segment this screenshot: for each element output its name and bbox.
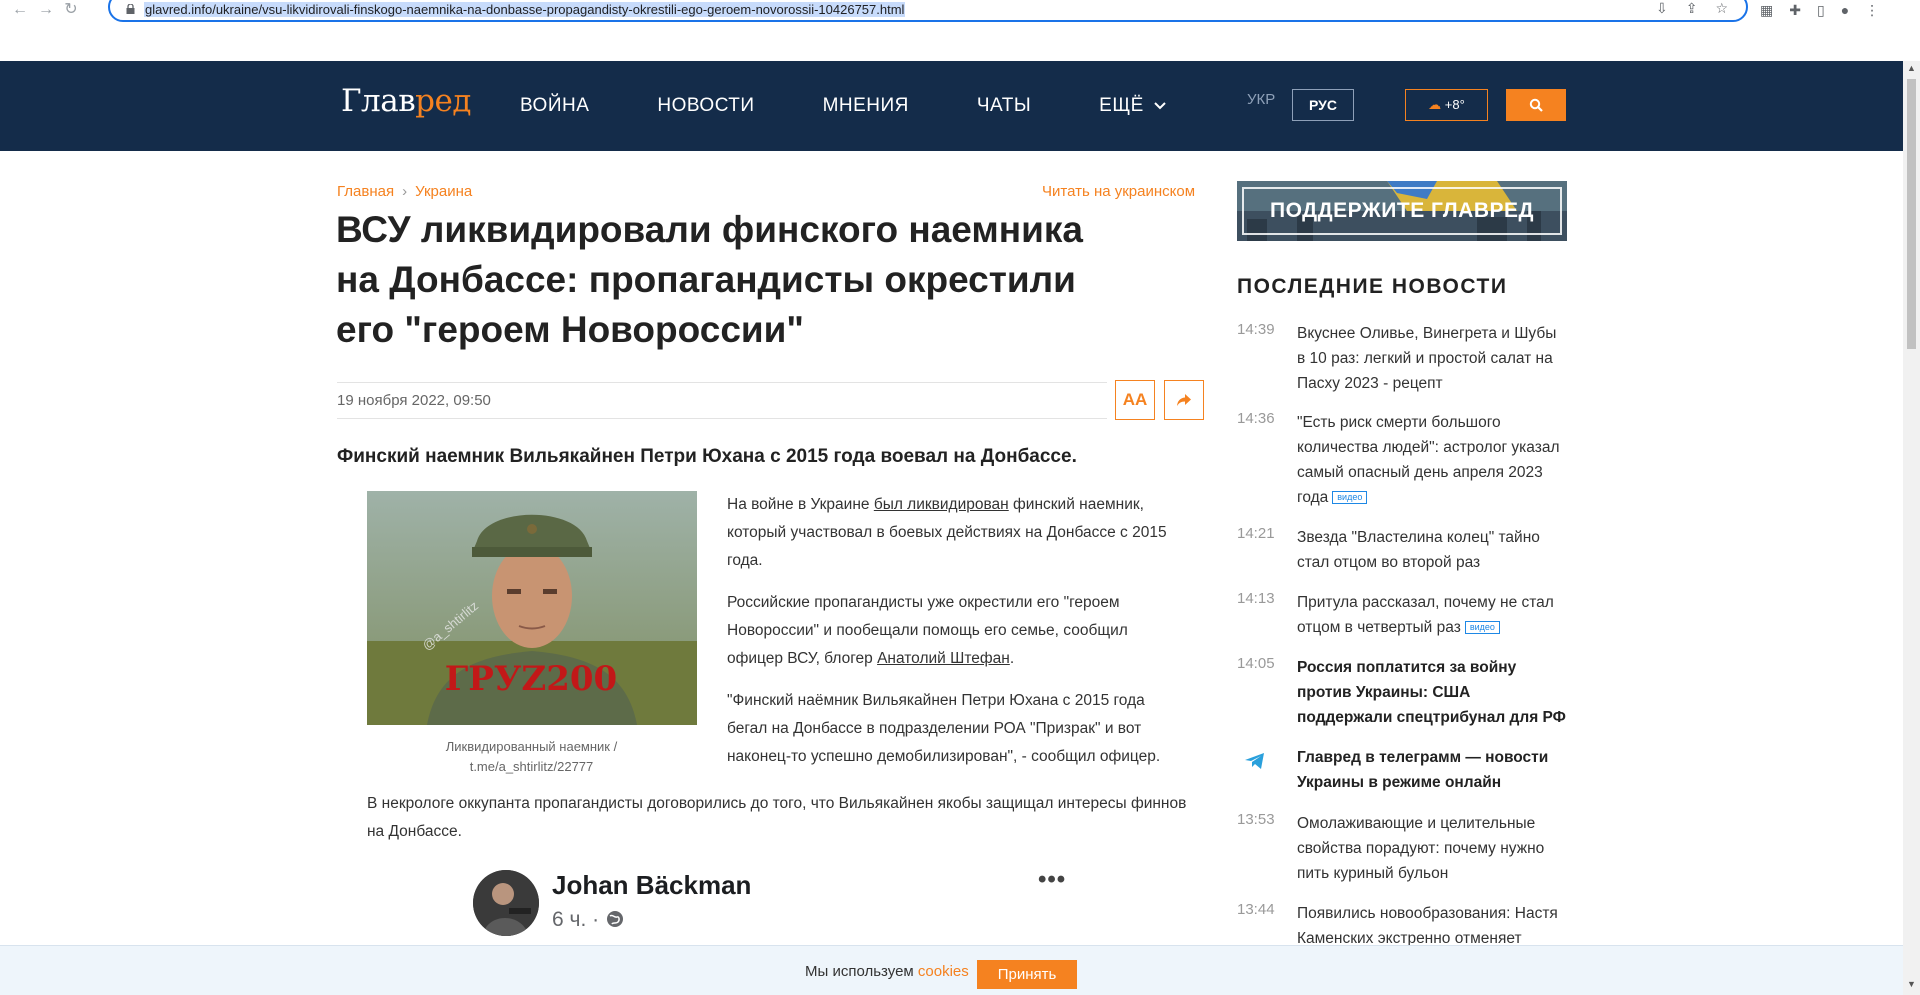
extension-icon[interactable]: ▦ bbox=[1760, 2, 1773, 19]
breadcrumb: Главная › Украина bbox=[337, 183, 472, 200]
site-logo[interactable]: Главред bbox=[341, 83, 471, 119]
lang-rus[interactable]: РУС bbox=[1292, 89, 1354, 121]
nav-item-more[interactable]: ЕЩЁ bbox=[1099, 95, 1166, 117]
scroll-down-icon[interactable]: ▼ bbox=[1907, 979, 1916, 989]
url-text: glavred.info/ukraine/vsu-likvidirovali-f… bbox=[144, 2, 906, 17]
share-icon[interactable]: ⇪ bbox=[1686, 0, 1698, 17]
avatar-image bbox=[473, 870, 539, 936]
puzzle-icon[interactable]: ✚ bbox=[1789, 2, 1801, 19]
support-label: ПОДДЕРЖИТЕ ГЛАВРЕД bbox=[1242, 187, 1562, 235]
logo-accent-text: ред bbox=[415, 83, 471, 119]
read-ukrainian-link[interactable]: Читать на украинском bbox=[1042, 183, 1195, 200]
cookies-link[interactable]: cookies bbox=[918, 963, 969, 980]
nav-more-label: ЕЩЁ bbox=[1099, 95, 1144, 116]
install-icon[interactable]: ⇩ bbox=[1656, 0, 1668, 17]
news-time: 14:39 bbox=[1237, 321, 1275, 338]
search-button[interactable] bbox=[1506, 89, 1566, 121]
chevron-down-icon bbox=[1154, 102, 1166, 110]
news-headline[interactable]: "Есть риск смерти большого количества лю… bbox=[1297, 410, 1567, 510]
paragraph-text: На войне в Украине bbox=[727, 496, 874, 513]
site-header: Главред ВОЙНА НОВОСТИ МНЕНИЯ ЧАТЫ ЕЩЁ УК… bbox=[0, 61, 1903, 151]
fb-post-time: 6 ч. · bbox=[552, 908, 625, 932]
news-headline[interactable]: Звезда "Властелина колец" тайно стал отц… bbox=[1297, 525, 1567, 575]
cookie-banner: Мы используем cookies Принять bbox=[0, 945, 1903, 995]
weather-widget[interactable]: ☁ +8° bbox=[1405, 89, 1488, 121]
telegram-icon bbox=[1245, 753, 1264, 769]
back-icon[interactable]: ← bbox=[10, 0, 30, 20]
facebook-embed: Johan Bäckman 6 ч. · ••• bbox=[470, 866, 1070, 956]
lock-icon bbox=[126, 4, 135, 14]
news-time: 14:21 bbox=[1237, 525, 1275, 542]
news-time: 13:44 bbox=[1237, 901, 1275, 918]
page-scrollbar[interactable]: ▲ ▼ bbox=[1903, 61, 1920, 995]
scroll-up-icon[interactable]: ▲ bbox=[1907, 63, 1916, 73]
news-headline[interactable]: Россия поплатится за войну против Украин… bbox=[1297, 655, 1567, 730]
photo-caption: Ликвидированный наемник / t.me/a_shtirli… bbox=[445, 739, 618, 774]
support-banner[interactable]: ПОДДЕРЖИТЕ ГЛАВРЕД bbox=[1237, 181, 1567, 241]
news-headline[interactable]: Появились новообразования: Настя Каменск… bbox=[1297, 901, 1567, 951]
news-headline[interactable]: Вкуснее Оливье, Винегрета и Шубы в 10 ра… bbox=[1297, 321, 1567, 396]
nav-item-news[interactable]: НОВОСТИ bbox=[657, 95, 754, 117]
news-headline[interactable]: Притула рассказал, почему не стал отцом … bbox=[1297, 590, 1567, 640]
news-time: 14:13 bbox=[1237, 590, 1275, 607]
paragraph-text: . bbox=[1009, 650, 1015, 667]
video-badge: видео bbox=[1464, 621, 1500, 635]
breadcrumb-separator-icon: › bbox=[402, 183, 408, 200]
sidepanel-icon[interactable]: ▯ bbox=[1817, 2, 1825, 19]
mercenary-photo-image: ГРУZ200 @a_shtirlitz bbox=[367, 491, 697, 725]
main-nav: ВОЙНА НОВОСТИ МНЕНИЯ ЧАТЫ ЕЩЁ bbox=[520, 95, 1234, 117]
liquidated-link[interactable]: был ликвидирован bbox=[874, 496, 1009, 513]
news-headline-text: Притула рассказал, почему не стал отцом … bbox=[1297, 594, 1554, 636]
avatar[interactable] bbox=[473, 870, 539, 936]
menu-icon[interactable]: ⋮ bbox=[1865, 2, 1879, 19]
article-paragraph: В некрологе оккупанта пропагандисты дого… bbox=[367, 795, 1187, 840]
forward-icon[interactable]: → bbox=[36, 0, 56, 20]
article-paragraph: "Финский наёмник Вильякайнен Петри Юхана… bbox=[727, 692, 1161, 765]
cookie-message: Мы используем bbox=[805, 963, 918, 980]
profile-icon[interactable]: ● bbox=[1841, 2, 1849, 19]
news-time: 14:05 bbox=[1237, 655, 1275, 672]
scroll-thumb[interactable] bbox=[1907, 79, 1916, 349]
article-title: ВСУ ликвидировали финского наемника на Д… bbox=[336, 209, 1083, 350]
logo-text: Глав bbox=[341, 83, 416, 119]
latest-news-title: ПОСЛЕДНИЕ НОВОСТИ bbox=[1237, 275, 1508, 298]
news-time: 13:53 bbox=[1237, 811, 1275, 828]
bookmark-star-icon[interactable]: ☆ bbox=[1715, 0, 1728, 17]
breadcrumb-home[interactable]: Главная bbox=[337, 183, 394, 200]
divider bbox=[337, 382, 1107, 383]
cloud-icon: ☁ bbox=[1428, 97, 1442, 112]
photo-overlay-text: ГРУZ200 bbox=[445, 659, 617, 699]
address-bar[interactable]: glavred.info/ukraine/vsu-likvidirovali-f… bbox=[108, 0, 1748, 22]
divider bbox=[337, 418, 1107, 419]
article-photo: ГРУZ200 @a_shtirlitz bbox=[367, 491, 697, 725]
article-lead: Финский наемник Вильякайнен Петри Юхана … bbox=[337, 446, 1077, 467]
search-icon bbox=[1529, 98, 1543, 112]
nav-item-chats[interactable]: ЧАТЫ bbox=[977, 95, 1031, 117]
weather-temp: +8° bbox=[1444, 97, 1465, 112]
video-badge: видео bbox=[1332, 491, 1368, 505]
article-paragraph: На войне в Украине был ликвидирован финс… bbox=[727, 491, 1187, 575]
reload-icon[interactable]: ↻ bbox=[61, 0, 81, 20]
browser-toolbar: ← → ↻ glavred.info/ukraine/vsu-likvidiro… bbox=[0, 0, 1920, 22]
lang-ukr[interactable]: УКР bbox=[1247, 91, 1275, 108]
telegram-promo-text[interactable]: Главред в телеграмм — новости Украины в … bbox=[1297, 745, 1567, 795]
nav-item-opinions[interactable]: МНЕНИЯ bbox=[823, 95, 909, 117]
font-size-label: AA bbox=[1122, 390, 1148, 409]
article-date: 19 ноября 2022, 09:50 bbox=[337, 392, 491, 409]
share-button[interactable] bbox=[1164, 380, 1204, 420]
breadcrumb-section[interactable]: Украина bbox=[415, 183, 472, 200]
fb-time-text: 6 ч. · bbox=[552, 908, 600, 931]
author-shtefan-link[interactable]: Анатолий Штефан bbox=[877, 650, 1010, 667]
nav-item-war[interactable]: ВОЙНА bbox=[520, 95, 589, 117]
share-arrow-icon bbox=[1177, 393, 1191, 406]
more-options-icon[interactable]: ••• bbox=[1038, 866, 1066, 894]
news-headline[interactable]: Омолаживающие и целительные свойства пор… bbox=[1297, 811, 1567, 886]
globe-icon bbox=[606, 911, 623, 927]
accept-cookies-button[interactable]: Принять bbox=[977, 960, 1077, 989]
article-paragraph: Российские пропагандисты уже окрестили е… bbox=[727, 589, 1187, 673]
fb-author-name[interactable]: Johan Bäckman bbox=[552, 870, 751, 901]
font-size-button[interactable]: AA bbox=[1115, 380, 1155, 420]
news-time: 14:36 bbox=[1237, 410, 1275, 427]
cookie-text: Мы используем cookies bbox=[805, 963, 969, 980]
